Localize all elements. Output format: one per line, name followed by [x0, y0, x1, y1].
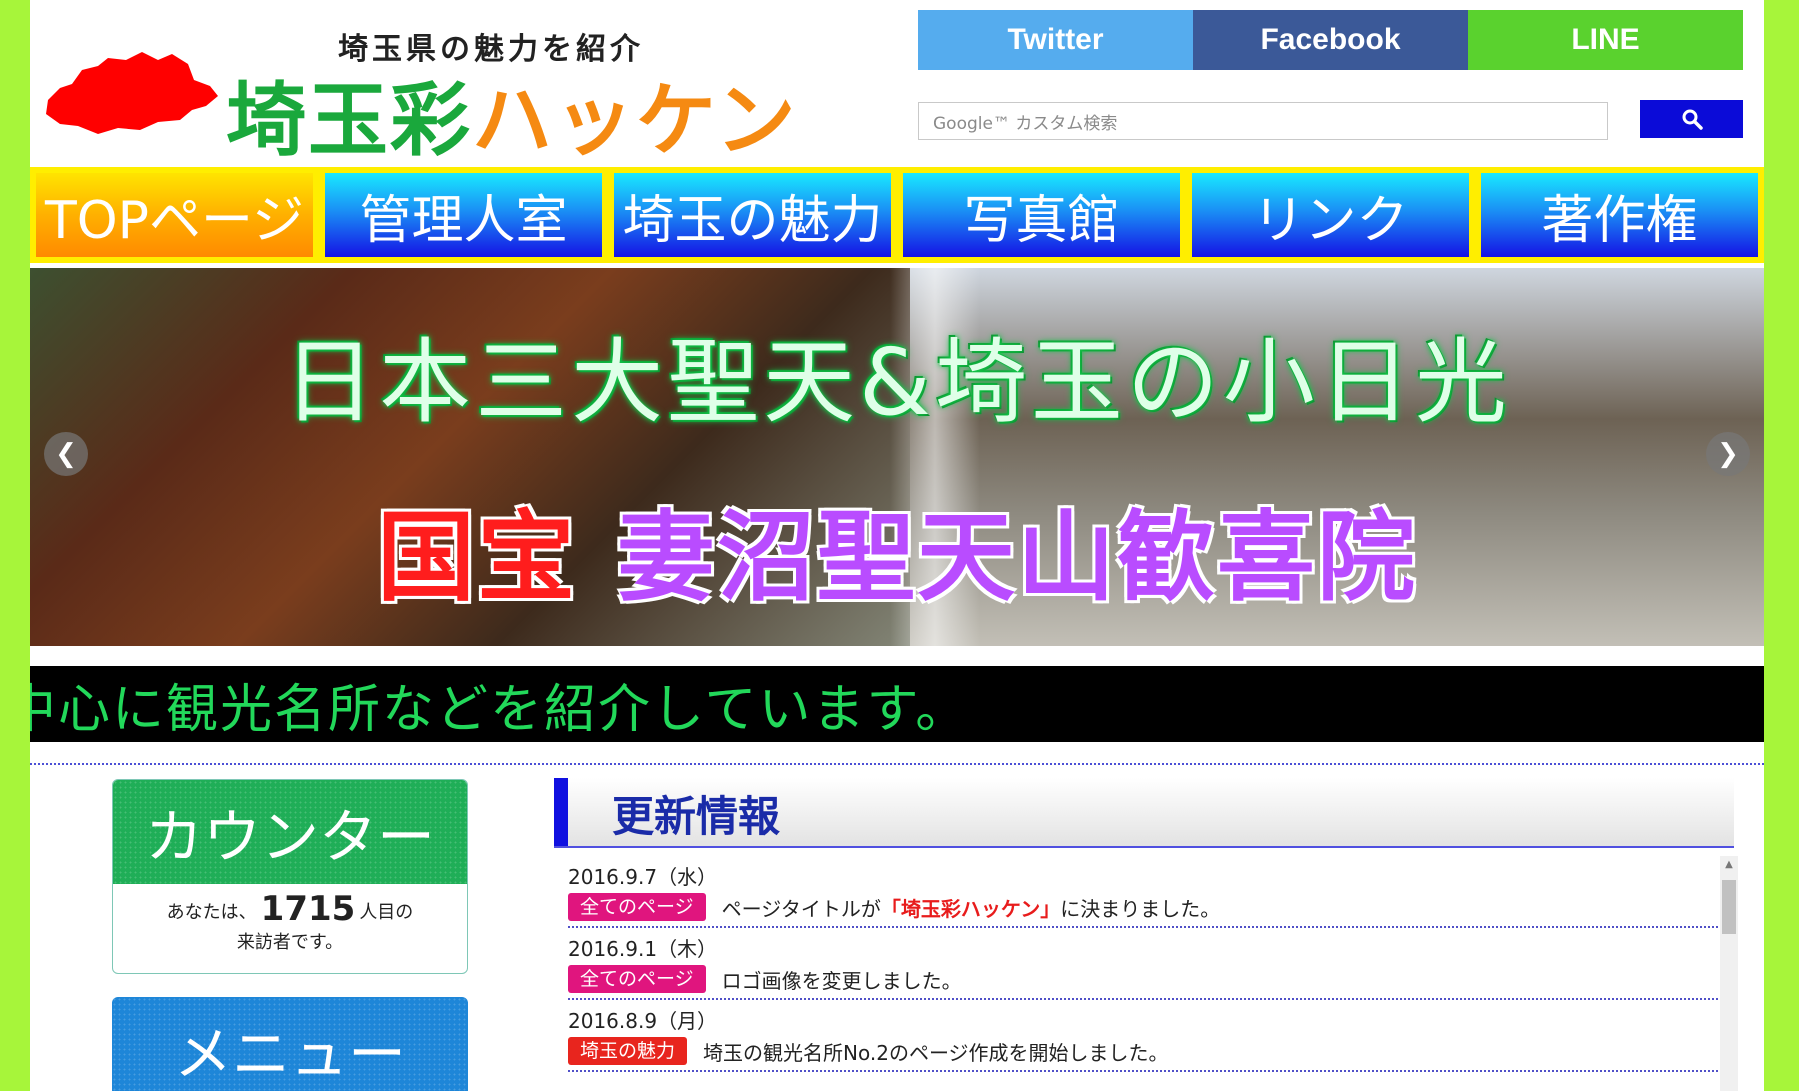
- nav-item-copyright[interactable]: 著作権: [1481, 173, 1758, 257]
- entry-text: 埼玉の観光名所No.2のページ作成を開始しました。: [703, 1040, 1169, 1065]
- logo-title-green: 埼玉彩: [226, 74, 472, 167]
- slider-prev-button[interactable]: ❮: [44, 432, 88, 476]
- menu-title: メニュー: [112, 997, 468, 1091]
- counter-suffix: 人目の: [359, 902, 414, 923]
- entry-tag[interactable]: 全てのページ: [568, 965, 706, 993]
- chevron-left-icon: ❮: [55, 439, 77, 469]
- logo-title-orange: ハッケン: [472, 74, 798, 167]
- hero-headline: 日本三大聖天&埼玉の小日光: [283, 329, 1511, 436]
- entry-date: 2016.9.7（水）: [568, 865, 718, 889]
- entry-text-highlight: 「埼玉彩ハッケン」: [880, 896, 1061, 921]
- search-input[interactable]: Google™ カスタム検索: [918, 102, 1608, 140]
- hero-national-treasure: 国宝: [376, 501, 577, 615]
- updates-underline: [554, 846, 1734, 848]
- entry-date: 2016.9.1（木）: [568, 937, 718, 961]
- counter-prefix: あなたは、: [166, 902, 257, 923]
- entry-tag[interactable]: 埼玉の魅力: [568, 1037, 688, 1065]
- social-share-bar: Twitter Facebook LINE: [918, 10, 1743, 70]
- hero-slider: 日本三大聖天&埼玉の小日光 国宝 妻沼聖天山歓喜院 ❮ ❯: [30, 268, 1764, 646]
- search-placeholder: Google™ カスタム検索: [933, 113, 1118, 134]
- list-item: 2016.9.7（水） 全てのページ ページタイトルが「埼玉彩ハッケン」に決まり…: [568, 856, 1718, 928]
- counter-widget: カウンター あなたは、 1715 人目の 来訪者です。: [112, 779, 468, 974]
- slider-next-button[interactable]: ❯: [1706, 432, 1750, 476]
- nav-item-admin-room[interactable]: 管理人室: [325, 173, 602, 257]
- hero-temple-name: 妻沼聖天山歓喜院: [617, 501, 1418, 615]
- list-item: 2016.8.9（月） 埼玉の魅力 埼玉の観光名所No.2のページ作成を開始しま…: [568, 1000, 1718, 1072]
- main-nav: TOPページ 管理人室 埼玉の魅力 写真館 リンク 著作権: [30, 167, 1764, 263]
- counter-line2: 来訪者です。: [236, 932, 344, 953]
- entry-date: 2016.8.9（月）: [568, 1009, 718, 1033]
- entry-tag[interactable]: 全てのページ: [568, 893, 706, 921]
- visitor-count: 1715: [260, 889, 356, 929]
- nav-item-saitama-charm[interactable]: 埼玉の魅力: [614, 173, 891, 257]
- line-button[interactable]: LINE: [1468, 10, 1743, 70]
- entry-text: ページタイトルが「埼玉彩ハッケン」に決まりました。: [722, 893, 1221, 922]
- updates-list[interactable]: 2016.9.7（水） 全てのページ ページタイトルが「埼玉彩ハッケン」に決まり…: [568, 856, 1718, 1091]
- facebook-button[interactable]: Facebook: [1193, 10, 1468, 70]
- list-item: 2016.9.1（木） 全てのページ ロゴ画像を変更しました。: [568, 928, 1718, 1000]
- entry-text: ロゴ画像を変更しました。: [721, 968, 962, 993]
- section-divider: [30, 763, 1764, 765]
- scrolling-marquee: 中心に観光名所などを紹介しています。: [30, 666, 1764, 742]
- scroll-up-icon[interactable]: ▲: [1720, 856, 1738, 874]
- entry-text-after: に決まりました。: [1060, 896, 1221, 921]
- nav-item-links[interactable]: リンク: [1192, 173, 1469, 257]
- twitter-button[interactable]: Twitter: [918, 10, 1193, 70]
- page: 埼玉県の魅力を紹介 埼玉彩ハッケン Twitter Facebook LINE …: [30, 0, 1764, 1091]
- hero-subheadline: 国宝 妻沼聖天山歓喜院: [30, 478, 1764, 620]
- logo-title: 埼玉彩ハッケン: [226, 56, 798, 172]
- site-logo[interactable]: 埼玉県の魅力を紹介 埼玉彩ハッケン: [42, 10, 796, 167]
- updates-title: 更新情報: [554, 778, 1734, 848]
- entry-text-before: ページタイトルが: [721, 896, 881, 921]
- scrollbar-thumb[interactable]: [1722, 880, 1736, 934]
- search-icon: [1682, 109, 1703, 130]
- counter-title: カウンター: [113, 780, 467, 884]
- saitama-map-icon: [46, 52, 218, 134]
- menu-widget: メニュー: [112, 997, 468, 1091]
- chevron-right-icon: ❯: [1717, 439, 1739, 469]
- marquee-text: 中心に観光名所などを紹介しています。: [30, 679, 970, 740]
- search-button[interactable]: [1640, 100, 1743, 138]
- counter-body: あなたは、 1715 人目の 来訪者です。: [113, 884, 467, 958]
- updates-scrollbar[interactable]: ▲: [1720, 856, 1738, 1091]
- nav-item-top[interactable]: TOPページ: [36, 173, 313, 257]
- nav-item-photo-gallery[interactable]: 写真館: [903, 173, 1180, 257]
